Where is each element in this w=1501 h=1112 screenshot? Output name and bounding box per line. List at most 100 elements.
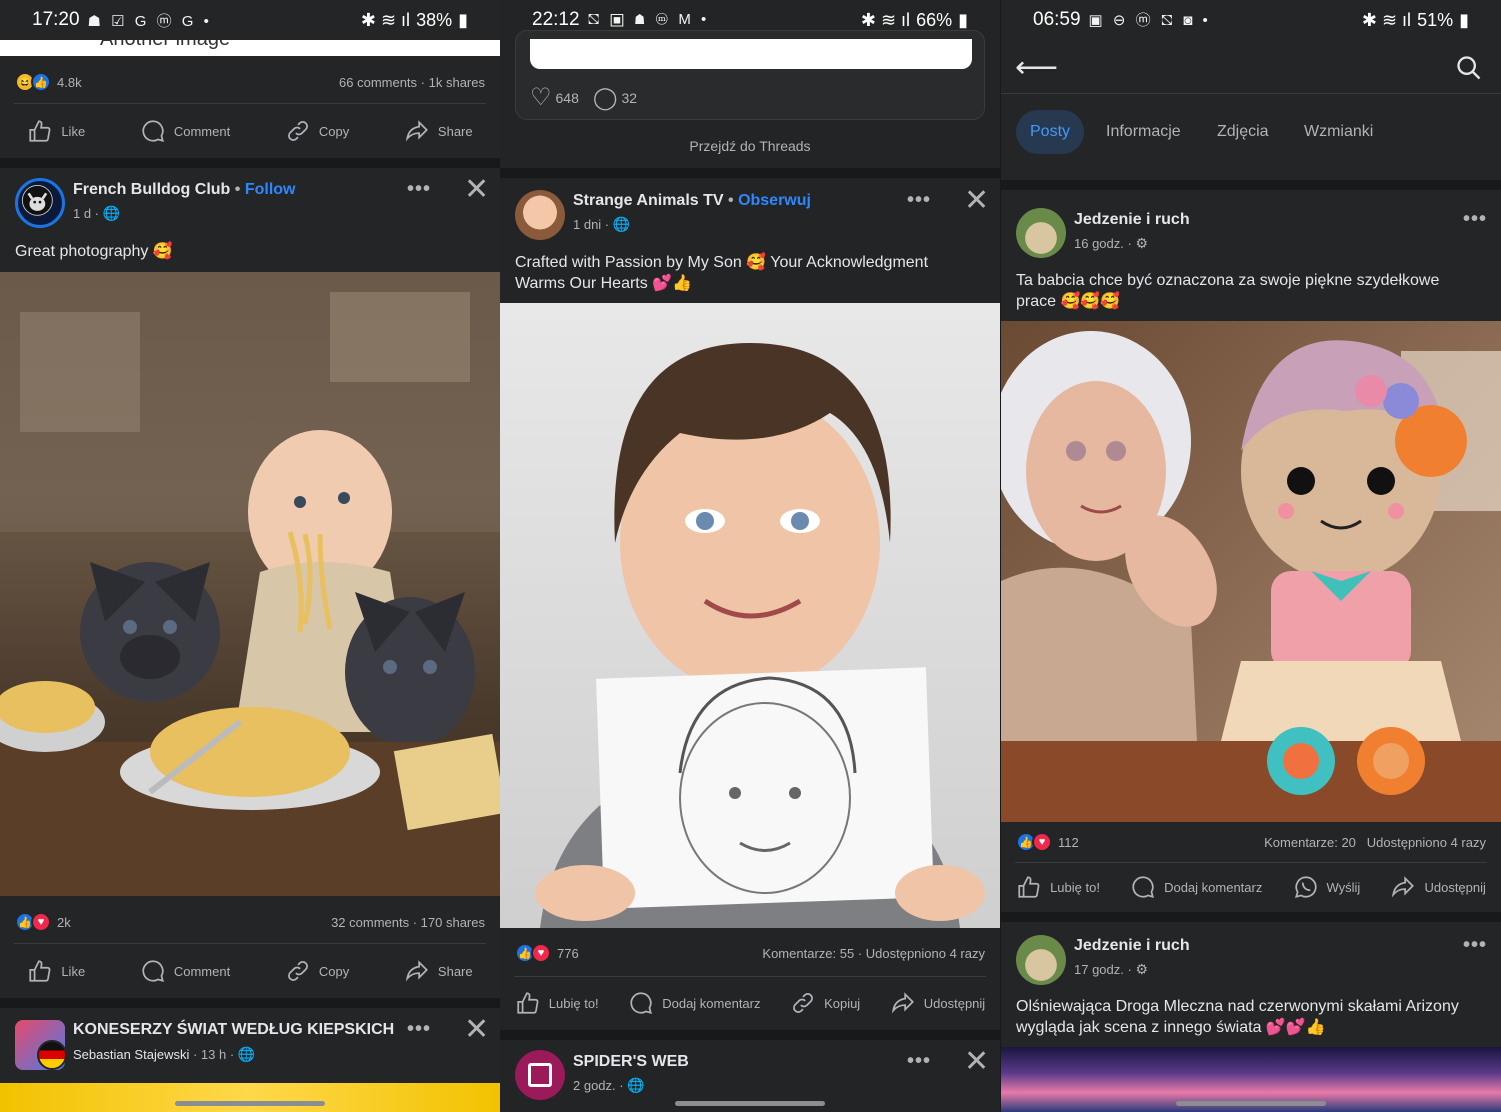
- page-avatar[interactable]: [515, 190, 565, 240]
- reaction-summary[interactable]: 👍 ♥ 2k: [15, 912, 71, 932]
- share-count: Udostępniono 4 razy: [865, 946, 985, 961]
- post-meta: 2 godz. · 🌐: [573, 1077, 645, 1094]
- page-name[interactable]: Jedzenie i ruch: [1074, 937, 1190, 955]
- status-time: 06:59: [1033, 9, 1081, 30]
- tab-photos[interactable]: Zdjęcia: [1203, 110, 1283, 154]
- more-options-button[interactable]: •••: [1463, 934, 1487, 957]
- follow-button[interactable]: Obserwuj: [738, 192, 811, 209]
- copy-button[interactable]: Kopiuj: [790, 990, 860, 1016]
- page-avatar[interactable]: [1016, 935, 1066, 985]
- post-time[interactable]: 13 h ·: [201, 1047, 234, 1062]
- link-icon: [287, 121, 308, 141]
- post-photo[interactable]: [1001, 321, 1501, 822]
- threads-link[interactable]: Przejdź do Threads: [500, 138, 1000, 154]
- tab-mentions[interactable]: Wzmianki: [1290, 110, 1387, 154]
- more-options-button[interactable]: •••: [407, 1018, 431, 1041]
- feed-divider: [1001, 180, 1501, 190]
- share-label: Udostępnij: [923, 995, 986, 1011]
- threads-card[interactable]: ♡ 648 ◯ 32: [515, 30, 985, 120]
- share-button[interactable]: Share: [404, 958, 473, 984]
- post-time[interactable]: 2 godz. ·: [573, 1078, 624, 1093]
- share-button[interactable]: Udostępnij: [890, 990, 985, 1016]
- page-name[interactable]: Strange Animals TV: [573, 192, 724, 209]
- more-options-button[interactable]: •••: [907, 189, 931, 212]
- engagement-counts[interactable]: Komentarze: 20 Udostępniono 4 razy: [1264, 835, 1486, 850]
- feed-divider: [0, 998, 500, 1008]
- notification-icons: ⛞ ▣ ☗ ⓜ M •: [587, 10, 710, 28]
- love-reaction-icon: ♥: [531, 943, 551, 963]
- battery-icon: ▮: [958, 9, 968, 30]
- search-icon[interactable]: [1455, 54, 1483, 87]
- more-options-button[interactable]: •••: [1463, 208, 1487, 231]
- more-options-button[interactable]: •••: [907, 1050, 931, 1073]
- follow-button[interactable]: Follow: [245, 181, 296, 198]
- comment-button[interactable]: Comment: [140, 958, 230, 984]
- close-icon[interactable]: ✕: [464, 1015, 489, 1045]
- previous-post-image-tail[interactable]: Another image: [0, 40, 500, 56]
- close-icon[interactable]: ✕: [464, 175, 489, 205]
- tab-info[interactable]: Informacje: [1092, 110, 1195, 154]
- post-time[interactable]: 17 godz. ·: [1074, 962, 1132, 977]
- tab-posts[interactable]: Posty: [1016, 110, 1085, 154]
- spiders-web-logo-icon: [528, 1063, 552, 1087]
- reaction-summary[interactable]: 😆 👍 4.8k: [15, 72, 82, 92]
- post-photo[interactable]: [0, 272, 500, 896]
- page-avatar[interactable]: [15, 178, 65, 228]
- author-avatar[interactable]: [37, 1040, 67, 1070]
- engagement-counts[interactable]: Komentarze: 55 · Udostępniono 4 razy: [762, 946, 985, 961]
- comment-button[interactable]: Comment: [140, 118, 230, 144]
- status-time: 22:12: [532, 9, 580, 30]
- boy-holding-drawing-image: [535, 343, 985, 928]
- reply-icon[interactable]: ◯: [593, 85, 618, 111]
- reaction-summary[interactable]: 👍 ♥ 776: [515, 943, 579, 963]
- page-name[interactable]: SPIDER'S WEB: [573, 1053, 689, 1071]
- like-button[interactable]: Like: [27, 958, 85, 984]
- feed-divider: [1001, 912, 1501, 922]
- share-label: Udostępnij: [1424, 879, 1486, 895]
- page-name[interactable]: French Bulldog Club: [73, 181, 230, 198]
- more-options-button[interactable]: •••: [407, 178, 431, 201]
- post-time[interactable]: 1 dni ·: [573, 217, 609, 232]
- like-button[interactable]: Lubię to!: [515, 990, 599, 1016]
- post-photo[interactable]: [500, 303, 1000, 928]
- reaction-count: 776: [557, 945, 579, 961]
- post-time[interactable]: 16 godz. ·: [1074, 236, 1132, 251]
- share-count: 1k shares: [428, 75, 485, 90]
- post-meta: 17 godz. · ⚙: [1074, 961, 1148, 978]
- thumbs-up-icon: [1018, 876, 1040, 898]
- close-icon[interactable]: ✕: [964, 1047, 989, 1077]
- heart-icon[interactable]: ♡: [530, 83, 552, 112]
- copy-button[interactable]: Copy: [285, 118, 349, 144]
- like-label: Like: [61, 123, 86, 139]
- comment-label: Dodaj komentarz: [1164, 879, 1263, 895]
- page-name[interactable]: Jedzenie i ruch: [1074, 211, 1190, 229]
- battery-icon: ▮: [458, 9, 468, 30]
- status-time: 17:20: [32, 9, 80, 30]
- back-arrow-icon[interactable]: ⟵: [1015, 50, 1058, 85]
- post-time[interactable]: 1 d ·: [73, 206, 99, 221]
- comment-button[interactable]: Dodaj komentarz: [628, 990, 761, 1016]
- comment-button[interactable]: Dodaj komentarz: [1130, 874, 1262, 900]
- group-name[interactable]: KONESERZY ŚWIAT WEDŁUG KIEPSKICH: [73, 1021, 394, 1039]
- share-button[interactable]: Share: [404, 118, 473, 144]
- like-button[interactable]: Lubię to!: [1016, 874, 1100, 900]
- share-icon: [405, 960, 428, 982]
- reaction-summary[interactable]: 👍 ♥ 112: [1016, 832, 1079, 852]
- send-button[interactable]: Wyślij: [1293, 874, 1360, 900]
- comment-count: Komentarze: 55: [762, 946, 855, 961]
- comment-count: Komentarze: 20: [1264, 835, 1356, 850]
- copy-label: Copy: [318, 123, 350, 139]
- settings-gear-icon: ⚙: [1135, 961, 1149, 977]
- reaction-count: 112: [1058, 834, 1079, 850]
- threads-embed-preview: [530, 39, 972, 69]
- close-icon[interactable]: ✕: [964, 186, 989, 216]
- post-photo-preview[interactable]: [0, 1083, 500, 1112]
- page-avatar[interactable]: [1016, 208, 1066, 258]
- engagement-counts[interactable]: 32 comments · 170 shares: [331, 915, 485, 930]
- page-avatar[interactable]: [515, 1050, 565, 1100]
- author-name[interactable]: Sebastian Stajewski: [73, 1047, 189, 1062]
- share-button[interactable]: Udostępnij: [1390, 874, 1486, 900]
- engagement-counts[interactable]: 66 comments · 1k shares: [339, 75, 485, 90]
- like-button[interactable]: Like: [27, 118, 85, 144]
- copy-button[interactable]: Copy: [285, 958, 349, 984]
